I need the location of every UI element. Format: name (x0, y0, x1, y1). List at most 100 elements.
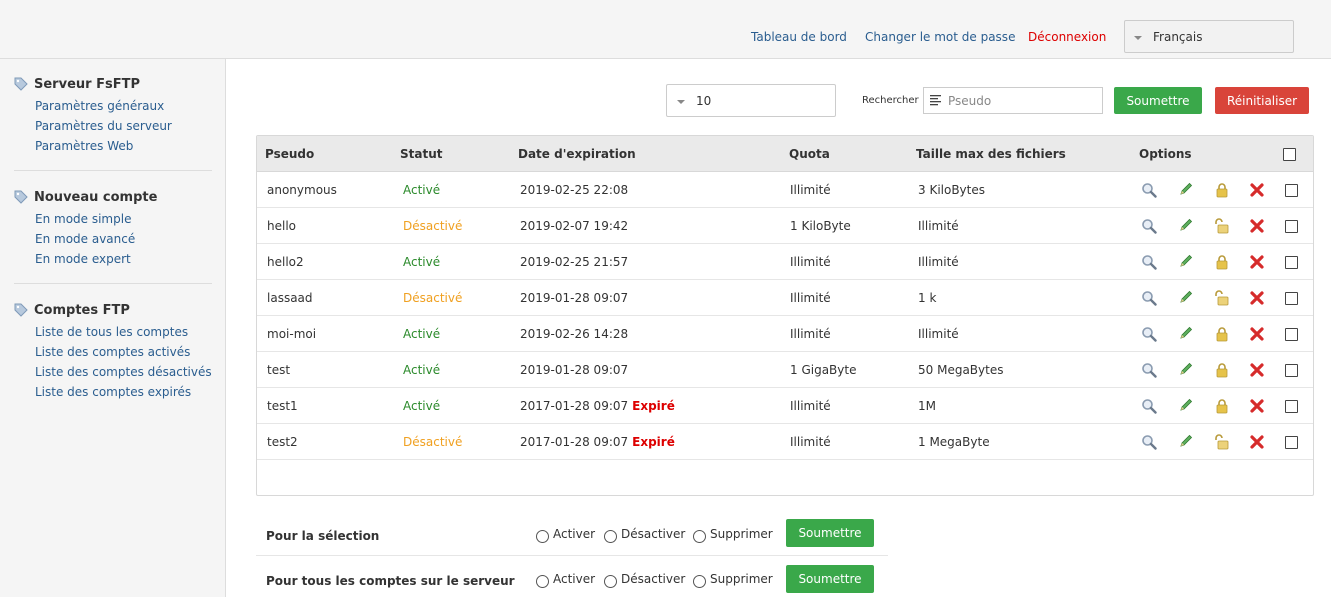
delete-icon[interactable] (1249, 254, 1265, 270)
sidebar-item-simple-mode[interactable]: En mode simple (35, 209, 212, 229)
chevron-down-icon (677, 100, 685, 104)
table-row: anonymous Activé 2019-02-25 22:08 Illimité 3… (257, 172, 1313, 208)
cell-expiration: 2019-02-07 19:42 (520, 219, 632, 233)
sidebar-item-server-settings[interactable]: Paramètres du serveur (35, 116, 212, 136)
lock-icon[interactable] (1214, 362, 1230, 378)
edit-icon[interactable] (1178, 253, 1194, 269)
cell-pseudo: test (267, 363, 291, 377)
cell-status: Activé (403, 399, 441, 413)
cell-max-file-size: 1M (918, 399, 936, 413)
bulk-action-label: Pour la sélection (266, 529, 380, 543)
row-checkbox[interactable] (1285, 400, 1298, 413)
top-bar: Tableau de bord Changer le mot de passe … (0, 0, 1331, 59)
per-page-select[interactable]: 10 (666, 84, 836, 117)
cell-pseudo: test2 (267, 435, 298, 449)
search-label: Rechercher (862, 95, 919, 106)
delete-icon[interactable] (1249, 398, 1265, 414)
edit-icon[interactable] (1178, 181, 1194, 197)
edit-icon[interactable] (1178, 397, 1194, 413)
dashboard-link[interactable]: Tableau de bord (751, 30, 847, 44)
edit-icon[interactable] (1178, 433, 1194, 449)
sidebar-item-expert-mode[interactable]: En mode expert (35, 249, 212, 269)
list-icon (930, 94, 942, 106)
column-header-options: Options (1139, 147, 1192, 161)
sidebar-divider (14, 283, 212, 284)
search-input[interactable] (923, 87, 1103, 114)
column-header-expiration[interactable]: Date d'expiration (518, 147, 636, 161)
sidebar-section-ftp-accounts: Comptes FTP Liste de tous les comptes Li… (14, 301, 212, 402)
sidebar-item-all-accounts[interactable]: Liste de tous les comptes (35, 322, 212, 342)
cell-quota: Illimité (790, 399, 831, 413)
sidebar-item-advanced-mode[interactable]: En mode avancé (35, 229, 212, 249)
sidebar-section-title: Serveur FsFTP (14, 75, 212, 93)
submit-search-button[interactable]: Soumettre (1114, 87, 1202, 114)
cell-expiration: 2019-02-25 21:57 (520, 255, 632, 269)
select-all-checkbox[interactable] (1283, 148, 1296, 161)
edit-icon[interactable] (1178, 325, 1194, 341)
delete-icon[interactable] (1249, 326, 1265, 342)
sidebar-item-web-settings[interactable]: Paramètres Web (35, 136, 212, 156)
row-checkbox[interactable] (1285, 292, 1298, 305)
sidebar-item-active-accounts[interactable]: Liste des comptes activés (35, 342, 212, 362)
cell-max-file-size: 50 MegaBytes (918, 363, 1004, 377)
radio-deactivate[interactable] (604, 530, 617, 543)
column-header-status[interactable]: Statut (400, 147, 443, 161)
bulk-submit-selection-button[interactable]: Soumettre (786, 519, 874, 547)
lock-icon[interactable] (1214, 182, 1230, 198)
expiration-date: 2019-02-25 22:08 (520, 183, 629, 197)
edit-icon[interactable] (1178, 217, 1194, 233)
row-checkbox[interactable] (1285, 364, 1298, 377)
unlock-icon[interactable] (1214, 434, 1230, 450)
radio-activate[interactable] (536, 530, 549, 543)
column-header-max-file-size[interactable]: Taille max des fichiers (916, 147, 1066, 161)
lock-icon[interactable] (1214, 254, 1230, 270)
sidebar-item-disabled-accounts[interactable]: Liste des comptes désactivés (35, 362, 212, 382)
view-icon[interactable] (1141, 218, 1157, 234)
view-icon[interactable] (1141, 326, 1157, 342)
delete-icon[interactable] (1249, 218, 1265, 234)
lock-icon[interactable] (1214, 326, 1230, 342)
language-select[interactable]: Français (1124, 20, 1294, 53)
radio-activate[interactable] (536, 575, 549, 588)
logout-link[interactable]: Déconnexion (1028, 30, 1106, 44)
cell-pseudo: anonymous (267, 183, 337, 197)
view-icon[interactable] (1141, 398, 1157, 414)
edit-icon[interactable] (1178, 361, 1194, 377)
radio-delete[interactable] (693, 530, 706, 543)
view-icon[interactable] (1141, 290, 1157, 306)
cell-status: Désactivé (403, 291, 463, 305)
cell-status: Désactivé (403, 219, 463, 233)
row-checkbox[interactable] (1285, 220, 1298, 233)
delete-icon[interactable] (1249, 434, 1265, 450)
radio-delete[interactable] (693, 575, 706, 588)
column-header-quota[interactable]: Quota (789, 147, 830, 161)
unlock-icon[interactable] (1214, 218, 1230, 234)
cell-max-file-size: 1 MegaByte (918, 435, 990, 449)
cell-max-file-size: 3 KiloBytes (918, 183, 986, 197)
radio-label-activate: Activer (553, 527, 596, 541)
delete-icon[interactable] (1249, 290, 1265, 306)
unlock-icon[interactable] (1214, 290, 1230, 306)
row-checkbox[interactable] (1285, 256, 1298, 269)
view-icon[interactable] (1141, 182, 1157, 198)
view-icon[interactable] (1141, 254, 1157, 270)
row-checkbox[interactable] (1285, 436, 1298, 449)
cell-expiration: 2017-01-28 09:07 Expiré (520, 435, 675, 449)
row-checkbox[interactable] (1285, 184, 1298, 197)
delete-icon[interactable] (1249, 182, 1265, 198)
delete-icon[interactable] (1249, 362, 1265, 378)
row-checkbox[interactable] (1285, 328, 1298, 341)
view-icon[interactable] (1141, 434, 1157, 450)
edit-icon[interactable] (1178, 289, 1194, 305)
lock-icon[interactable] (1214, 398, 1230, 414)
sidebar-item-expired-accounts[interactable]: Liste des comptes expirés (35, 382, 212, 402)
reset-button[interactable]: Réinitialiser (1215, 87, 1309, 114)
radio-deactivate[interactable] (604, 575, 617, 588)
cell-expiration: 2019-02-26 14:28 (520, 327, 632, 341)
cell-pseudo: hello (267, 219, 296, 233)
view-icon[interactable] (1141, 362, 1157, 378)
sidebar-item-general-settings[interactable]: Paramètres généraux (35, 96, 212, 116)
change-password-link[interactable]: Changer le mot de passe (865, 30, 1015, 44)
bulk-submit-all-button[interactable]: Soumettre (786, 565, 874, 593)
column-header-pseudo[interactable]: Pseudo (265, 147, 314, 161)
